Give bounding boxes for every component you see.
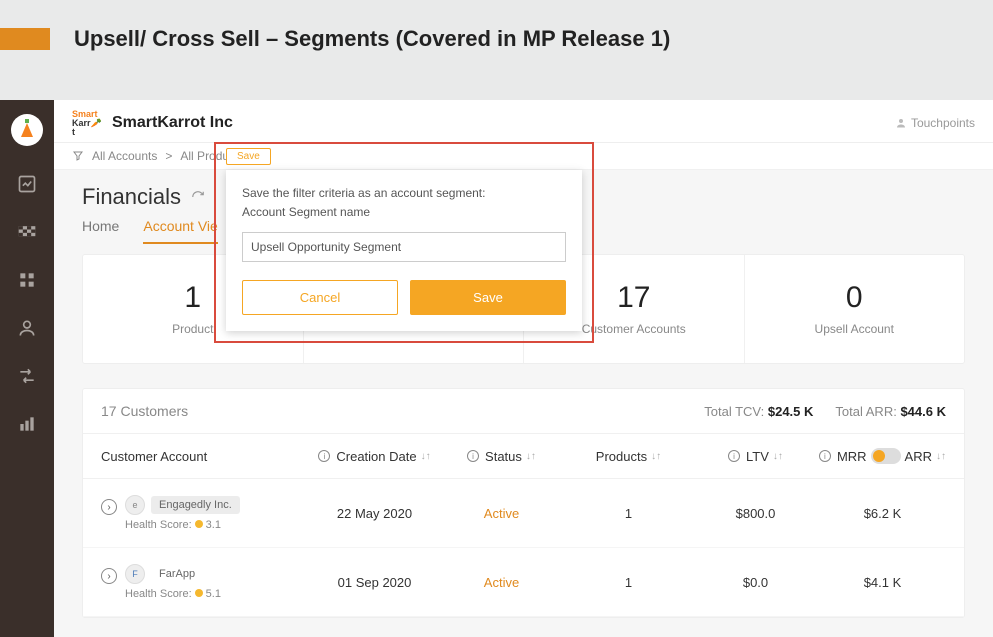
- info-icon: i: [467, 450, 479, 462]
- topbar: SmartKarr🥕t SmartKarrot Inc Touchpoints: [54, 100, 993, 143]
- save-segment-modal: Save the filter criteria as an account s…: [226, 170, 582, 331]
- modal-buttons: Cancel Save: [242, 280, 566, 315]
- brand-logo[interactable]: [11, 114, 43, 146]
- app-frame: SmartKarr🥕t SmartKarrot Inc Touchpoints …: [0, 100, 993, 637]
- sort-icon: ↓↑: [651, 451, 661, 462]
- cell-products: 1: [565, 575, 692, 590]
- cell-products: 1: [565, 506, 692, 521]
- breadcrumb-sep: >: [165, 149, 172, 163]
- bar-chart-icon[interactable]: [17, 414, 37, 434]
- cancel-button[interactable]: Cancel: [242, 280, 398, 315]
- cell-status: Active: [438, 506, 565, 521]
- table-totals: Total TCV: $24.5 K Total ARR: $44.6 K: [704, 404, 946, 419]
- sort-icon: ↓↑: [526, 451, 536, 462]
- flow-icon[interactable]: [17, 366, 37, 386]
- main-panel: SmartKarr🥕t SmartKarrot Inc Touchpoints …: [54, 100, 993, 637]
- table-summary-row: 17 Customers Total TCV: $24.5 K Total AR…: [83, 389, 964, 434]
- th-products[interactable]: Products↓↑: [565, 449, 692, 464]
- info-icon: i: [728, 450, 740, 462]
- save-button[interactable]: Save: [410, 280, 566, 315]
- account-logo: F: [125, 564, 145, 584]
- breadcrumb-a[interactable]: All Accounts: [92, 149, 157, 163]
- touchpoints-link[interactable]: Touchpoints: [895, 116, 975, 130]
- sidebar: [0, 100, 54, 637]
- mrr-arr-toggle[interactable]: [871, 448, 901, 464]
- cell-status: Active: [438, 575, 565, 590]
- metric-label: Customer Accounts: [582, 321, 686, 338]
- info-icon: i: [318, 450, 330, 462]
- sort-icon: ↓↑: [936, 451, 946, 462]
- cell-creation: 22 May 2020: [311, 506, 438, 521]
- sort-icon: ↓↑: [773, 451, 783, 462]
- touchpoints-icon: [895, 117, 907, 129]
- save-pill[interactable]: Save: [226, 148, 271, 165]
- account-name[interactable]: FarApp: [151, 565, 203, 583]
- modal-line2: Account Segment name: [242, 203, 566, 222]
- refresh-icon[interactable]: [191, 190, 205, 204]
- health-dot-icon: [195, 520, 203, 528]
- cell-ltv: $800.0: [692, 506, 819, 521]
- tab-home[interactable]: Home: [82, 218, 119, 244]
- metric-value: 0: [846, 281, 863, 315]
- slide-header: Upsell/ Cross Sell – Segments (Covered i…: [0, 0, 993, 72]
- info-icon: i: [819, 450, 831, 462]
- cell-account: › e Engagedly Inc. Health Score:3.1: [101, 495, 311, 531]
- th-creation[interactable]: iCreation Date↓↑: [311, 449, 438, 464]
- analytics-icon[interactable]: [17, 174, 37, 194]
- table-row: › e Engagedly Inc. Health Score:3.1 22 M…: [83, 479, 964, 548]
- save-segment-highlight: Save Save the filter criteria as an acco…: [214, 142, 594, 343]
- account-logo: e: [125, 495, 145, 515]
- metric-label: Upsell Account: [815, 321, 894, 338]
- customers-table: 17 Customers Total TCV: $24.5 K Total AR…: [82, 388, 965, 618]
- cell-creation: 01 Sep 2020: [311, 575, 438, 590]
- tab-account-view[interactable]: Account Vie: [143, 218, 217, 244]
- total-arr: Total ARR: $44.6 K: [835, 404, 946, 419]
- cell-account: › F FarApp Health Score:5.1: [101, 564, 311, 600]
- sort-icon: ↓↑: [421, 451, 431, 462]
- total-tcv: Total TCV: $24.5 K: [704, 404, 813, 419]
- checkered-flag-icon[interactable]: [17, 222, 37, 242]
- health-score: Health Score:3.1: [125, 519, 240, 531]
- table-row: › F FarApp Health Score:5.1 01 Sep 2020 …: [83, 548, 964, 617]
- section-title: Financials: [82, 184, 181, 210]
- filter-icon[interactable]: [72, 150, 84, 162]
- th-status[interactable]: iStatus↓↑: [438, 449, 565, 464]
- th-mrr-arr[interactable]: i MRR ARR ↓↑: [819, 448, 946, 464]
- health-dot-icon: [195, 589, 203, 597]
- user-icon[interactable]: [17, 318, 37, 338]
- account-name[interactable]: Engagedly Inc.: [151, 496, 240, 514]
- health-score: Health Score:5.1: [125, 588, 221, 600]
- metric-label: Product: [172, 321, 213, 338]
- metric-upsell: 0 Upsell Account: [745, 255, 965, 363]
- slide-accent-bar: [0, 28, 50, 50]
- table-summary: 17 Customers: [101, 403, 188, 419]
- brand-mini-logo: SmartKarr🥕t: [72, 110, 102, 136]
- modal-line1: Save the filter criteria as an account s…: [242, 184, 566, 203]
- org-name: SmartKarrot Inc: [112, 114, 233, 132]
- th-ltv[interactable]: iLTV↓↑: [692, 449, 819, 464]
- table-header: Customer Account iCreation Date↓↑ iStatu…: [83, 434, 964, 479]
- expand-icon[interactable]: ›: [101, 499, 117, 515]
- th-account[interactable]: Customer Account: [101, 449, 311, 464]
- carrot-icon: [21, 123, 33, 137]
- grid-icon[interactable]: [17, 270, 37, 290]
- segment-name-input[interactable]: [242, 232, 566, 262]
- expand-icon[interactable]: ›: [101, 568, 117, 584]
- metric-value: 17: [617, 281, 650, 315]
- slide-title: Upsell/ Cross Sell – Segments (Covered i…: [74, 26, 670, 52]
- cell-ltv: $0.0: [692, 575, 819, 590]
- cell-mrr-arr: $4.1 K: [819, 575, 946, 590]
- metric-value: 1: [184, 281, 201, 315]
- cell-mrr-arr: $6.2 K: [819, 506, 946, 521]
